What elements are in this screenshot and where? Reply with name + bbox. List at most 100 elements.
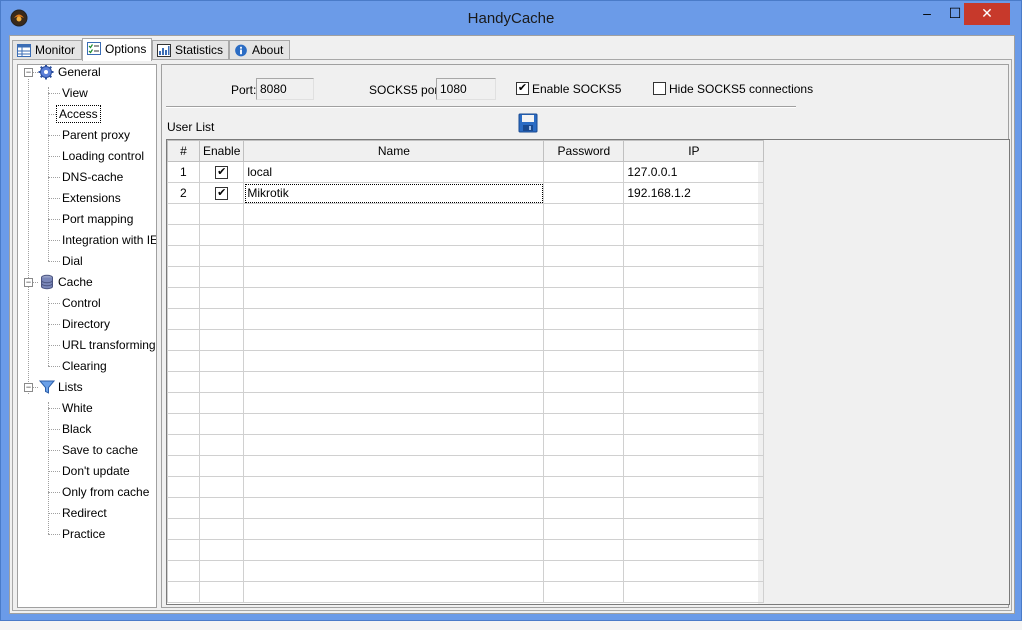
- enable-socks5-label[interactable]: Enable SOCKS5: [532, 81, 621, 97]
- row-enable-checkbox[interactable]: ✔: [215, 166, 229, 180]
- tree-node-directory[interactable]: Directory: [60, 315, 112, 333]
- tab-about[interactable]: About: [229, 40, 290, 60]
- empty-cell: [243, 476, 545, 498]
- empty-row: [167, 371, 765, 393]
- row-password-cell[interactable]: [543, 161, 625, 183]
- user-table[interactable]: # Enable Name Password IP 1 ✔ local 127.0.0…: [167, 140, 765, 603]
- empty-cell: [167, 287, 200, 309]
- enable-socks5-checkbox[interactable]: ✔: [516, 82, 529, 95]
- settings-tree[interactable]: − General View Access Parent proxy Loadi…: [17, 64, 157, 608]
- empty-cell: [243, 560, 545, 582]
- tree-node-integration-ie[interactable]: Integration with IE: [60, 231, 156, 249]
- lists-collapse-toggle[interactable]: −: [24, 383, 33, 392]
- tree-node-save-to-cache[interactable]: Save to cache: [60, 441, 140, 459]
- empty-cell: [543, 539, 625, 561]
- grid-monitor-icon: [17, 44, 31, 57]
- tree-node-clearing[interactable]: Clearing: [60, 357, 109, 375]
- empty-cell: [167, 203, 200, 225]
- port-input[interactable]: 8080: [256, 78, 314, 100]
- tree-node-url-transforming[interactable]: URL transforming: [60, 336, 156, 354]
- empty-cell: [623, 392, 765, 414]
- user-list-grid[interactable]: # Enable Name Password IP 1 ✔ local 127.0.0…: [166, 139, 1010, 605]
- tree-node-cache[interactable]: Cache: [56, 273, 95, 291]
- empty-cell: [543, 371, 625, 393]
- row-ip-cell[interactable]: 127.0.0.1: [623, 161, 765, 183]
- tree-node-lists[interactable]: Lists: [56, 378, 85, 396]
- empty-cell: [543, 308, 625, 330]
- empty-cell: [167, 560, 200, 582]
- tree-node-only-from-cache[interactable]: Only from cache: [60, 483, 151, 501]
- tree-node-redirect[interactable]: Redirect: [60, 504, 109, 522]
- table-row[interactable]: 1 ✔ local 127.0.0.1: [167, 161, 765, 183]
- empty-cell: [243, 434, 545, 456]
- tree-node-control[interactable]: Control: [60, 294, 103, 312]
- empty-cell: [623, 476, 765, 498]
- empty-cell: [167, 455, 200, 477]
- empty-cell: [198, 434, 245, 456]
- empty-cell: [167, 224, 200, 246]
- title-bar[interactable]: HandyCache – ☐ ✕: [1, 1, 1021, 35]
- tree-node-dial[interactable]: Dial: [60, 252, 85, 270]
- row-name-cell[interactable]: local: [243, 161, 545, 183]
- row-enable-cell[interactable]: ✔: [198, 182, 245, 204]
- general-collapse-toggle[interactable]: −: [24, 68, 33, 77]
- tree-node-general[interactable]: General: [56, 65, 103, 81]
- empty-cell: [243, 329, 545, 351]
- column-header-password[interactable]: Password: [543, 140, 625, 162]
- empty-cell: [198, 350, 245, 372]
- tree-node-dont-update[interactable]: Don't update: [60, 462, 132, 480]
- window-title: HandyCache: [467, 10, 555, 27]
- tree-node-practice[interactable]: Practice: [60, 525, 107, 543]
- info-icon: [235, 44, 247, 57]
- socks5-port-input[interactable]: 1080: [436, 78, 496, 100]
- empty-cell: [623, 245, 765, 267]
- hide-socks5-label[interactable]: Hide SOCKS5 connections: [669, 81, 813, 97]
- row-name-cell[interactable]: Mikrotik: [243, 182, 545, 204]
- tab-statistics[interactable]: Statistics: [152, 40, 229, 60]
- row-enable-checkbox[interactable]: ✔: [215, 187, 229, 201]
- column-header-number[interactable]: #: [167, 140, 200, 162]
- tab-monitor[interactable]: Monitor: [12, 40, 82, 60]
- empty-row: [167, 455, 765, 477]
- tree-node-loading-control[interactable]: Loading control: [60, 147, 146, 165]
- empty-cell: [243, 203, 545, 225]
- row-number-cell[interactable]: 1: [167, 161, 200, 183]
- hide-socks5-checkbox[interactable]: [653, 82, 666, 95]
- tree-node-access[interactable]: Access: [56, 105, 101, 123]
- row-password-cell[interactable]: [543, 182, 625, 204]
- row-enable-cell[interactable]: ✔: [198, 161, 245, 183]
- tab-options[interactable]: Options: [82, 38, 152, 61]
- tree-node-white[interactable]: White: [60, 399, 95, 417]
- column-header-name[interactable]: Name: [243, 140, 545, 162]
- empty-cell: [243, 581, 545, 603]
- table-row[interactable]: 2 ✔ Mikrotik 192.168.1.2: [167, 182, 765, 204]
- empty-cell: [623, 203, 765, 225]
- empty-cell: [623, 539, 765, 561]
- row-ip-cell[interactable]: 192.168.1.2: [623, 182, 765, 204]
- tree-node-view[interactable]: View: [60, 84, 90, 102]
- save-floppy-icon[interactable]: [518, 113, 538, 133]
- close-button[interactable]: ✕: [964, 3, 1010, 25]
- empty-cell: [543, 560, 625, 582]
- column-header-enable[interactable]: Enable: [198, 140, 245, 162]
- empty-cell: [167, 392, 200, 414]
- tree-node-dns-cache[interactable]: DNS-cache: [60, 168, 125, 186]
- tree-node-parent-proxy[interactable]: Parent proxy: [60, 126, 132, 144]
- empty-cell: [198, 581, 245, 603]
- empty-cell: [198, 392, 245, 414]
- tree-node-port-mapping[interactable]: Port mapping: [60, 210, 135, 228]
- desktop-strip: [0, 621, 1022, 630]
- column-header-ip[interactable]: IP: [623, 140, 765, 162]
- row-number-cell[interactable]: 2: [167, 182, 200, 204]
- empty-cell: [623, 329, 765, 351]
- empty-cell: [167, 413, 200, 435]
- tree-node-extensions[interactable]: Extensions: [60, 189, 123, 207]
- empty-row: [167, 203, 765, 225]
- separator: [166, 106, 796, 108]
- empty-row: [167, 413, 765, 435]
- tree-node-black[interactable]: Black: [60, 420, 93, 438]
- minimize-button[interactable]: –: [913, 3, 941, 25]
- empty-row: [167, 560, 765, 582]
- cache-collapse-toggle[interactable]: −: [24, 278, 33, 287]
- empty-cell: [623, 287, 765, 309]
